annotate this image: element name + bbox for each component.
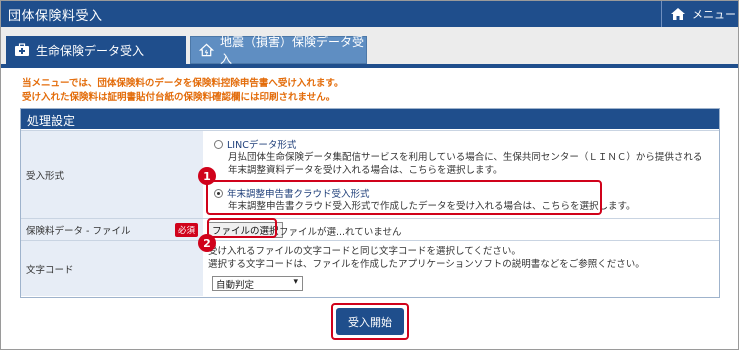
callout-badge: 1 bbox=[198, 167, 216, 185]
encoding-label: 文字コード bbox=[21, 241, 203, 296]
notice-text: 受け入れた保険料は証明書貼付台紙の保険料確認欄には印刷されません。 bbox=[22, 92, 336, 103]
tab-label: 地震（損害）保険データ受入 bbox=[219, 35, 364, 66]
tab-life-insurance[interactable]: 生命保険データ受入 bbox=[6, 36, 186, 64]
panel-title: 処理設定 bbox=[21, 109, 719, 129]
first-aid-icon bbox=[15, 43, 29, 56]
radio-title: LINCデータ形式 bbox=[227, 140, 297, 151]
encoding-select[interactable]: 自動判定 ▾ bbox=[212, 276, 303, 291]
file-status: ファイルが選...れていません bbox=[279, 227, 402, 238]
tab-label: 生命保険データ受入 bbox=[36, 43, 145, 58]
tab-strip: 生命保険データ受入 地震（損害）保険データ受入 bbox=[1, 27, 738, 68]
file-row: 保険料データ - ファイル 必須 ファイルの選択 ファイルが選...れていません bbox=[21, 218, 719, 240]
encoding-row: 文字コード 受け入れるファイルの文字コードと同じ文字コードを選択してください。 … bbox=[21, 240, 719, 296]
required-badge: 必須 bbox=[174, 223, 198, 237]
start-import-button[interactable]: 受入開始 bbox=[336, 308, 404, 335]
house-outline-icon bbox=[199, 43, 214, 57]
radio-desc: 年末調整資料データを受け入れる場合は、こちらを選択します。 bbox=[228, 165, 503, 176]
menu-label: メニュー bbox=[692, 8, 736, 21]
file-label: 保険料データ - ファイル 必須 bbox=[21, 219, 203, 240]
title-bar: 団体保険料受入 メニュー bbox=[1, 1, 738, 27]
callout-badge: 2 bbox=[198, 234, 216, 252]
radio-desc: 月払団体生命保険データ集配信サービスを利用している場合に、生保共同センター（ＬＩ… bbox=[228, 152, 703, 163]
encoding-selected: 自動判定 bbox=[216, 279, 255, 291]
menu-button[interactable]: メニュー bbox=[661, 1, 738, 27]
tab-earthquake-insurance[interactable]: 地震（損害）保険データ受入 bbox=[190, 35, 367, 66]
page-title: 団体保険料受入 bbox=[8, 9, 103, 24]
home-icon bbox=[671, 8, 685, 20]
notice-text: 当メニューでは、団体保険料のデータを保険料控除申告書へ受け入れます。 bbox=[22, 78, 344, 89]
format-label: 受入形式 bbox=[21, 131, 203, 218]
radio-linc[interactable]: LINCデータ形式 月払団体生命保険データ集配信サービスを利用している場合に、生… bbox=[214, 137, 702, 177]
highlight-box bbox=[207, 218, 277, 238]
radio-button[interactable] bbox=[214, 140, 223, 149]
encoding-value: 受け入れるファイルの文字コードと同じ文字コードを選択してください。 選択する文字… bbox=[204, 241, 719, 296]
file-label-text: 保険料データ - ファイル bbox=[26, 225, 131, 237]
encoding-desc: 受け入れるファイルの文字コードと同じ文字コードを選択してください。 bbox=[208, 246, 521, 257]
encoding-desc: 選択する文字コードは、ファイルを作成したアプリケーションソフトの説明書などをご参… bbox=[208, 259, 645, 270]
highlight-box bbox=[206, 180, 602, 215]
chevron-down-icon: ▾ bbox=[293, 277, 298, 287]
file-value: ファイルの選択 ファイルが選...れていません bbox=[204, 219, 719, 240]
